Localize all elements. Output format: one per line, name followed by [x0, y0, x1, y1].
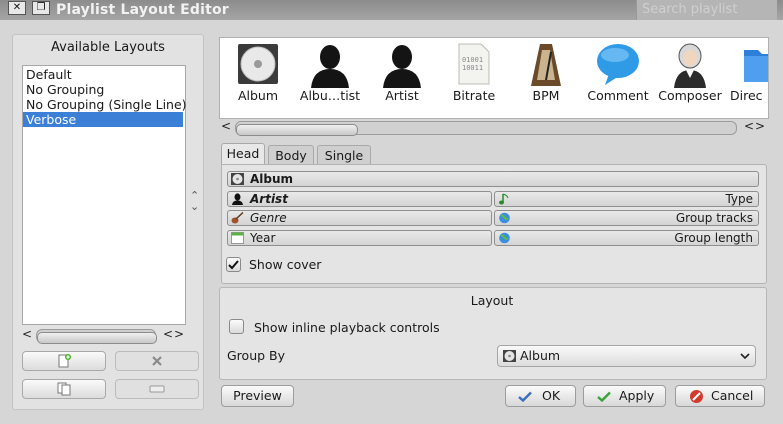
new-document-icon: [58, 354, 71, 368]
layout-item-no-grouping-single-line[interactable]: No Grouping (Single Line): [23, 97, 187, 112]
copy-icon: [57, 382, 71, 396]
layouts-horizontal-scrollbar[interactable]: < < >: [22, 327, 186, 344]
preview-button-label: Preview: [233, 388, 282, 403]
apply-check-icon: [597, 391, 611, 402]
group-by-select[interactable]: Album: [497, 345, 756, 367]
available-layouts-title: Available Layouts: [51, 40, 165, 55]
layout-item-verbose[interactable]: Verbose: [23, 112, 183, 127]
token-composer[interactable]: Composer: [654, 38, 726, 116]
scroll-right-arrow-icon[interactable]: >: [755, 119, 765, 133]
tab-body[interactable]: Body: [268, 145, 314, 165]
globe-icon: [499, 232, 510, 244]
rename-field-icon: [149, 385, 165, 393]
row-type-label: Type: [725, 192, 753, 206]
new-layout-button[interactable]: [22, 351, 106, 371]
scrollbar-thumb[interactable]: [37, 332, 157, 344]
row-genre-token[interactable]: Genre: [227, 210, 492, 226]
binary-document-icon: 01001 10011: [458, 43, 490, 85]
row-group-tracks-token[interactable]: Group tracks: [494, 210, 759, 226]
row-album-token[interactable]: Album: [227, 171, 759, 187]
person-silhouette-icon: [383, 45, 421, 88]
token-pool[interactable]: Album Albu…tist Artist 01001 10011 Bitra…: [219, 37, 769, 119]
show-cover-label: Show cover: [249, 257, 322, 272]
scroll-left-arrow-icon[interactable]: <: [22, 327, 32, 341]
close-window-button[interactable]: ✕: [8, 1, 26, 15]
copy-layout-button[interactable]: [22, 379, 106, 399]
token-label: Direc: [730, 88, 763, 103]
cancel-button[interactable]: Cancel: [675, 385, 765, 407]
token-bpm[interactable]: BPM: [510, 38, 582, 116]
scrollbar-thumb[interactable]: [236, 124, 358, 136]
scrollbar-trough: [235, 121, 737, 136]
cancel-icon: [690, 390, 703, 403]
rename-layout-button[interactable]: [115, 379, 199, 399]
row-artist-token[interactable]: Artist: [227, 191, 492, 207]
cd-icon: [503, 350, 516, 362]
list-scroll-chevrons[interactable]: ⌃ ⌄: [190, 190, 199, 212]
token-album-artist[interactable]: Albu…tist: [294, 38, 366, 116]
checkmark-icon: [228, 260, 239, 270]
playlist-search-placeholder: Search playlist: [642, 2, 738, 17]
ok-button-label: OK: [542, 388, 561, 403]
restore-window-button[interactable]: ❐: [32, 1, 50, 15]
metronome-icon: [531, 44, 561, 86]
group-by-value: Album: [520, 348, 561, 363]
token-comment[interactable]: Comment: [582, 38, 654, 116]
guitar-icon: [231, 212, 244, 224]
row-year-label: Year: [250, 231, 276, 245]
speech-bubble-icon: [597, 44, 639, 85]
layout-item-no-grouping[interactable]: No Grouping: [23, 82, 183, 97]
token-pool-scrollbar[interactable]: < < >: [221, 119, 767, 136]
music-note-icon: [499, 193, 509, 205]
group-by-label: Group By: [227, 348, 286, 363]
apply-button[interactable]: Apply: [583, 385, 666, 407]
row-group-length-label: Group length: [674, 231, 753, 245]
folder-icon: [744, 50, 768, 82]
token-artist[interactable]: Artist: [366, 38, 438, 116]
delete-layout-button[interactable]: [115, 351, 199, 371]
window-title: Playlist Layout Editor: [56, 2, 229, 18]
globe-icon: [499, 212, 510, 224]
apply-button-label: Apply: [619, 388, 655, 403]
scroll-left-arrow-icon[interactable]: <: [744, 119, 754, 133]
delete-x-icon: [152, 356, 162, 366]
scrollbar-trough: [36, 329, 157, 344]
token-label: Composer: [658, 88, 722, 103]
layout-item-default[interactable]: Default: [23, 67, 183, 82]
inline-playback-controls-checkbox[interactable]: [229, 319, 244, 334]
cd-icon: [238, 44, 278, 84]
svg-text:01001: 01001: [462, 56, 483, 64]
ok-button[interactable]: OK: [505, 385, 576, 407]
row-year-token[interactable]: Year: [227, 230, 492, 246]
row-group-tracks-label: Group tracks: [675, 211, 753, 225]
scroll-left-arrow-icon[interactable]: <: [221, 119, 231, 133]
preview-button[interactable]: Preview: [221, 385, 294, 407]
token-album[interactable]: Album: [222, 38, 294, 116]
composer-portrait-icon: [674, 43, 706, 88]
ok-check-icon: [518, 391, 532, 402]
row-album-label: Album: [250, 172, 294, 186]
layouts-list[interactable]: Default No Grouping No Grouping (Single …: [22, 65, 187, 325]
row-artist-label: Artist: [250, 192, 288, 206]
scroll-left-arrow-icon[interactable]: <: [163, 327, 173, 341]
calendar-icon: [231, 232, 244, 244]
person-silhouette-icon: [232, 193, 243, 205]
token-bitrate[interactable]: 01001 10011 Bitrate: [438, 38, 510, 116]
row-genre-label: Genre: [250, 211, 287, 225]
row-group-length-token[interactable]: Group length: [494, 230, 759, 246]
show-cover-checkbox[interactable]: [226, 257, 241, 272]
row-type-token[interactable]: Type: [494, 191, 759, 207]
cancel-button-label: Cancel: [711, 388, 754, 403]
svg-text:10011: 10011: [462, 64, 483, 72]
token-directory[interactable]: Direc: [726, 38, 768, 116]
inline-playback-controls-label: Show inline playback controls: [254, 320, 440, 335]
layout-group-title: Layout: [470, 293, 514, 308]
scroll-right-arrow-icon[interactable]: >: [174, 327, 184, 341]
person-silhouette-icon: [311, 45, 349, 88]
cd-icon: [231, 173, 244, 185]
tab-single[interactable]: Single: [317, 145, 371, 165]
tab-head[interactable]: Head: [221, 143, 265, 165]
chevron-down-icon: [740, 353, 750, 360]
